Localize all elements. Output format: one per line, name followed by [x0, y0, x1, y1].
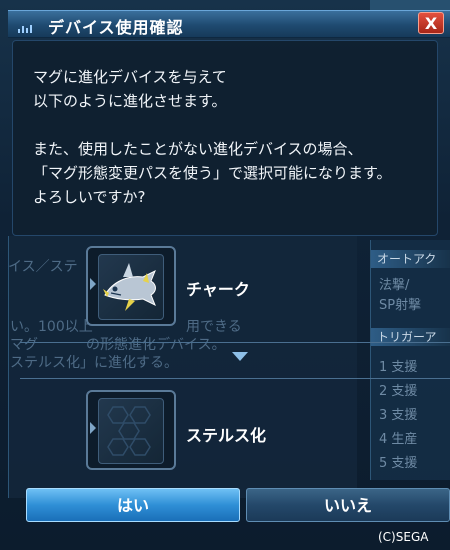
- title-bars-icon: [18, 25, 40, 33]
- message-line: よろしいですか?: [33, 188, 146, 206]
- shark-mag-icon: [98, 254, 164, 320]
- no-button[interactable]: いいえ: [246, 488, 450, 522]
- background-fragment: マグ: [10, 337, 38, 353]
- message-line: 以下のように進化させます。: [33, 92, 227, 110]
- copyright-text: (C)SEGA: [378, 530, 429, 544]
- current-mag-name: チャーク: [186, 280, 250, 299]
- background-fragment: 用できる: [186, 319, 242, 335]
- close-icon: X: [424, 14, 438, 33]
- message-box: マグに進化デバイスを与えて 以下のように進化させます。 また、使用したことがない…: [12, 40, 438, 236]
- evolved-mag-name: ステルス化: [186, 426, 267, 445]
- message-line: マグに進化デバイスを与えて: [33, 68, 227, 86]
- divider: [20, 342, 450, 343]
- close-button[interactable]: X: [418, 12, 444, 34]
- background-fragment: い。100以上: [10, 319, 93, 335]
- background-fragment: イス／ステ: [8, 259, 78, 275]
- divider: [20, 378, 450, 379]
- hex-grid-icon: [98, 398, 164, 464]
- device-confirm-dialog: デバイス使用確認 X マグに進化デバイスを与えて 以下のように進化させます。 ま…: [0, 0, 450, 550]
- slot-arrow-icon: [90, 278, 96, 290]
- evolved-mag-slot: [86, 390, 176, 470]
- current-mag-slot: [86, 246, 176, 326]
- background-fragment: ステルス化」に進化する。: [10, 355, 178, 371]
- dialog-title: デバイス使用確認: [48, 18, 184, 37]
- background-fragment: の形態進化デバイス。: [86, 337, 226, 353]
- chevron-down-icon: [232, 352, 248, 361]
- slot-arrow-icon: [90, 422, 96, 434]
- dialog-title-bar: デバイス使用確認: [8, 10, 450, 38]
- message-line: 「マグ形態変更パスを使う」で選択可能になります。: [33, 164, 392, 182]
- message-line: また、使用したことがない進化デバイスの場合、: [33, 140, 363, 158]
- yes-button[interactable]: はい: [26, 488, 240, 522]
